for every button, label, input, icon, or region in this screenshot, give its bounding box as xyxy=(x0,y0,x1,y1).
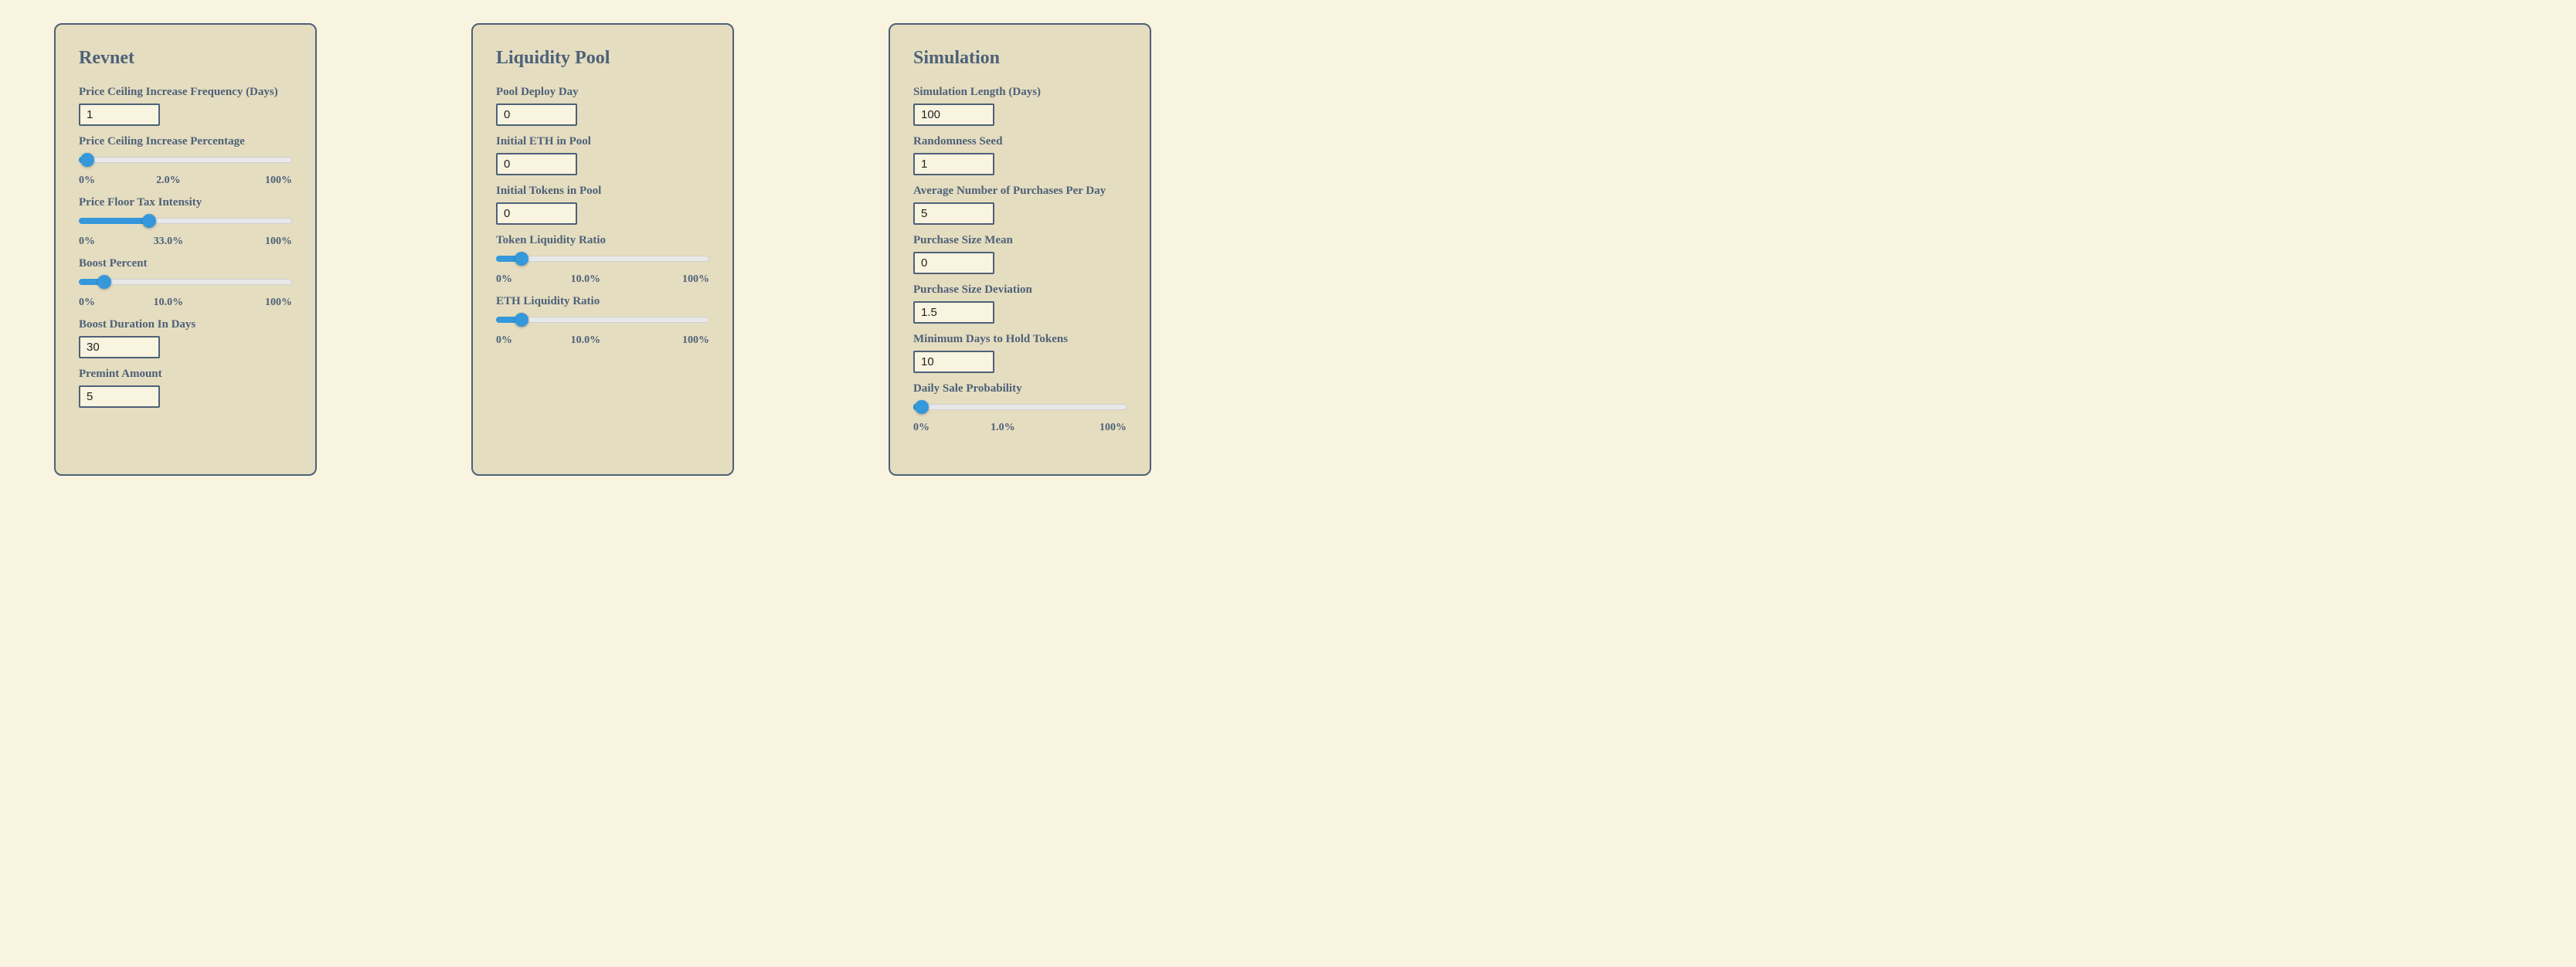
seed-input[interactable] xyxy=(913,153,994,175)
pool-deploy-day-field: Pool Deploy Day xyxy=(496,86,709,126)
eth-liquidity-label: ETH Liquidity Ratio xyxy=(496,295,709,308)
size-dev-field: Purchase Size Deviation xyxy=(913,283,1127,324)
slider-thumb[interactable] xyxy=(80,153,94,167)
premint-amount-field: Premint Amount xyxy=(79,368,292,408)
slider-thumb[interactable] xyxy=(915,400,929,414)
initial-eth-field: Initial ETH in Pool xyxy=(496,135,709,175)
size-mean-field: Purchase Size Mean xyxy=(913,234,1127,274)
size-mean-label: Purchase Size Mean xyxy=(913,234,1127,247)
price-floor-tax-field: Price Floor Tax Intensity 0% 33.0% 100% xyxy=(79,196,292,248)
sim-length-input[interactable] xyxy=(913,103,994,126)
pool-deploy-day-input[interactable] xyxy=(496,103,577,126)
price-ceiling-pct-slider[interactable] xyxy=(79,153,292,167)
slider-thumb[interactable] xyxy=(142,214,156,228)
slider-thumb[interactable] xyxy=(515,252,528,266)
slider-max: 100% xyxy=(682,273,709,286)
pool-deploy-day-label: Pool Deploy Day xyxy=(496,86,709,99)
slider-thumb[interactable] xyxy=(97,275,111,289)
sale-probability-field: Daily Sale Probability 0% 1.0% 100% xyxy=(913,382,1127,434)
boost-duration-input[interactable] xyxy=(79,336,160,358)
slider-max: 100% xyxy=(265,236,292,248)
min-hold-label: Minimum Days to Hold Tokens xyxy=(913,333,1127,346)
slider-max: 100% xyxy=(682,334,709,347)
eth-liquidity-field: ETH Liquidity Ratio 0% 10.0% 100% xyxy=(496,295,709,347)
price-floor-tax-label: Price Floor Tax Intensity xyxy=(79,196,292,209)
sim-title: Simulation xyxy=(913,48,1127,69)
seed-field: Randomness Seed xyxy=(913,135,1127,175)
token-liquidity-label: Token Liquidity Ratio xyxy=(496,234,709,247)
avg-purchases-field: Average Number of Purchases Per Day xyxy=(913,185,1127,225)
slider-mid: 1.0% xyxy=(991,422,1015,434)
slider-mid: 33.0% xyxy=(154,236,184,248)
boost-percent-field: Boost Percent 0% 10.0% 100% xyxy=(79,257,292,309)
slider-mid: 10.0% xyxy=(154,297,184,309)
boost-percent-label: Boost Percent xyxy=(79,257,292,270)
price-ceiling-freq-input[interactable] xyxy=(79,103,160,126)
avg-purchases-input[interactable] xyxy=(913,202,994,225)
price-ceiling-freq-label: Price Ceiling Increase Frequency (Days) xyxy=(79,86,292,99)
premint-amount-label: Premint Amount xyxy=(79,368,292,381)
slider-mid: 10.0% xyxy=(571,273,601,286)
slider-mid: 2.0% xyxy=(156,175,181,187)
slider-min: 0% xyxy=(496,334,512,347)
initial-tokens-label: Initial Tokens in Pool xyxy=(496,185,709,198)
price-ceiling-pct-label: Price Ceiling Increase Percentage xyxy=(79,135,292,148)
size-mean-input[interactable] xyxy=(913,252,994,274)
simulation-panel: Simulation Simulation Length (Days) Rand… xyxy=(889,23,1151,476)
slider-min: 0% xyxy=(913,422,929,434)
price-ceiling-freq-field: Price Ceiling Increase Frequency (Days) xyxy=(79,86,292,126)
liquidity-pool-panel: Liquidity Pool Pool Deploy Day Initial E… xyxy=(471,23,734,476)
min-hold-input[interactable] xyxy=(913,351,994,373)
slider-max: 100% xyxy=(1099,422,1127,434)
initial-tokens-input[interactable] xyxy=(496,202,577,225)
price-floor-tax-slider[interactable] xyxy=(79,214,292,228)
boost-percent-slider[interactable] xyxy=(79,275,292,289)
premint-amount-input[interactable] xyxy=(79,385,160,408)
min-hold-field: Minimum Days to Hold Tokens xyxy=(913,333,1127,373)
sim-length-label: Simulation Length (Days) xyxy=(913,86,1127,99)
initial-tokens-field: Initial Tokens in Pool xyxy=(496,185,709,225)
slider-thumb[interactable] xyxy=(515,313,528,327)
avg-purchases-label: Average Number of Purchases Per Day xyxy=(913,185,1127,198)
slider-min: 0% xyxy=(496,273,512,286)
slider-min: 0% xyxy=(79,236,95,248)
sale-probability-slider[interactable] xyxy=(913,400,1127,414)
slider-max: 100% xyxy=(265,297,292,309)
slider-max: 100% xyxy=(265,175,292,187)
token-liquidity-field: Token Liquidity Ratio 0% 10.0% 100% xyxy=(496,234,709,286)
revnet-title: Revnet xyxy=(79,48,292,69)
size-dev-label: Purchase Size Deviation xyxy=(913,283,1127,297)
initial-eth-input[interactable] xyxy=(496,153,577,175)
size-dev-input[interactable] xyxy=(913,301,994,324)
slider-min: 0% xyxy=(79,175,95,187)
slider-mid: 10.0% xyxy=(571,334,601,347)
price-ceiling-pct-field: Price Ceiling Increase Percentage 0% 2.0… xyxy=(79,135,292,187)
seed-label: Randomness Seed xyxy=(913,135,1127,148)
pool-title: Liquidity Pool xyxy=(496,48,709,69)
revnet-panel: Revnet Price Ceiling Increase Frequency … xyxy=(54,23,317,476)
boost-duration-field: Boost Duration In Days xyxy=(79,318,292,358)
initial-eth-label: Initial ETH in Pool xyxy=(496,135,709,148)
sim-length-field: Simulation Length (Days) xyxy=(913,86,1127,126)
boost-duration-label: Boost Duration In Days xyxy=(79,318,292,331)
sale-probability-label: Daily Sale Probability xyxy=(913,382,1127,395)
slider-min: 0% xyxy=(79,297,95,309)
token-liquidity-slider[interactable] xyxy=(496,252,709,266)
eth-liquidity-slider[interactable] xyxy=(496,313,709,327)
